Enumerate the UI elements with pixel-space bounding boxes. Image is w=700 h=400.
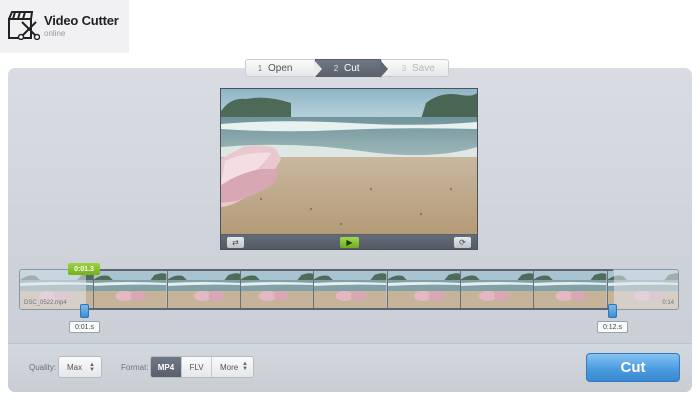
play-button[interactable]: ▶: [340, 237, 359, 248]
timeline-frame-thumbnail: [533, 270, 608, 309]
rotate-icon: ⟳: [459, 238, 466, 247]
cut-button[interactable]: Cut: [586, 353, 680, 382]
player-controls: ⇄ ▶ ⟳: [221, 235, 477, 249]
timeline-frame-thumbnail: [460, 270, 535, 309]
duration-label: 0:14: [662, 300, 674, 306]
step-arrow: [314, 60, 322, 78]
format-more-label: More: [220, 362, 239, 372]
step-indicator: 1 Open 2 Cut 3 Save: [245, 59, 449, 78]
start-trim-handle[interactable]: [80, 304, 89, 318]
timeline-frame-thumbnail: [313, 270, 388, 309]
step-label: Cut: [344, 62, 360, 74]
rotate-button[interactable]: ⟳: [454, 237, 471, 248]
format-flv-button[interactable]: FLV: [182, 357, 212, 377]
loop-icon: ⇄: [232, 238, 239, 247]
format-mp4-button[interactable]: MP4: [151, 357, 182, 377]
step-number: 2: [333, 63, 339, 73]
video-cutter-page: Video Cutter online 1 Open 2 Cut 3 Save: [0, 0, 700, 400]
start-time-field[interactable]: 0:01.s: [69, 321, 100, 333]
timeline-frame-thumbnail: [240, 270, 315, 309]
step-label: Save: [412, 62, 435, 74]
updown-arrows-icon: ▲ ▼: [242, 361, 248, 372]
step-number: 1: [257, 63, 263, 73]
timeline-frame-thumbnail: [93, 270, 168, 309]
step-save[interactable]: 3 Save: [381, 59, 449, 77]
logo-area[interactable]: Video Cutter online: [0, 0, 129, 53]
loop-button[interactable]: ⇄: [227, 237, 244, 248]
video-frame-image: [221, 89, 477, 234]
format-more-select[interactable]: More ▲ ▼: [212, 357, 253, 377]
step-arrow: [380, 60, 388, 78]
app-subtitle: online: [44, 29, 66, 38]
format-label: Format:: [121, 363, 149, 372]
end-trim-handle[interactable]: [608, 304, 617, 318]
step-cut[interactable]: 2 Cut: [315, 59, 388, 78]
timeline-strip[interactable]: DSC_0522.mp4 0:14: [19, 269, 679, 310]
step-open[interactable]: 1 Open: [245, 59, 322, 78]
updown-arrows-icon: ▲ ▼: [89, 362, 95, 373]
file-name-label: DSC_0522.mp4: [24, 300, 67, 306]
quality-select[interactable]: Max ▲ ▼: [58, 356, 102, 378]
current-time-badge: 0:01.3: [68, 263, 100, 275]
quality-value: Max: [67, 362, 83, 372]
step-label: Open: [268, 62, 293, 74]
timeline-frame-thumbnail: [166, 270, 241, 309]
quality-label: Quality:: [29, 363, 57, 372]
play-icon: ▶: [346, 238, 353, 247]
video-preview[interactable]: ⇄ ▶ ⟳: [220, 88, 478, 250]
timeline-frame-thumbnail: [386, 270, 461, 309]
format-selector: MP4 FLV More ▲ ▼: [150, 356, 254, 378]
app-title: Video Cutter: [44, 13, 119, 28]
step-number: 3: [401, 63, 407, 73]
clapperboard-scissors-icon: [8, 11, 40, 40]
end-time-field[interactable]: 0:12.s: [597, 321, 628, 333]
